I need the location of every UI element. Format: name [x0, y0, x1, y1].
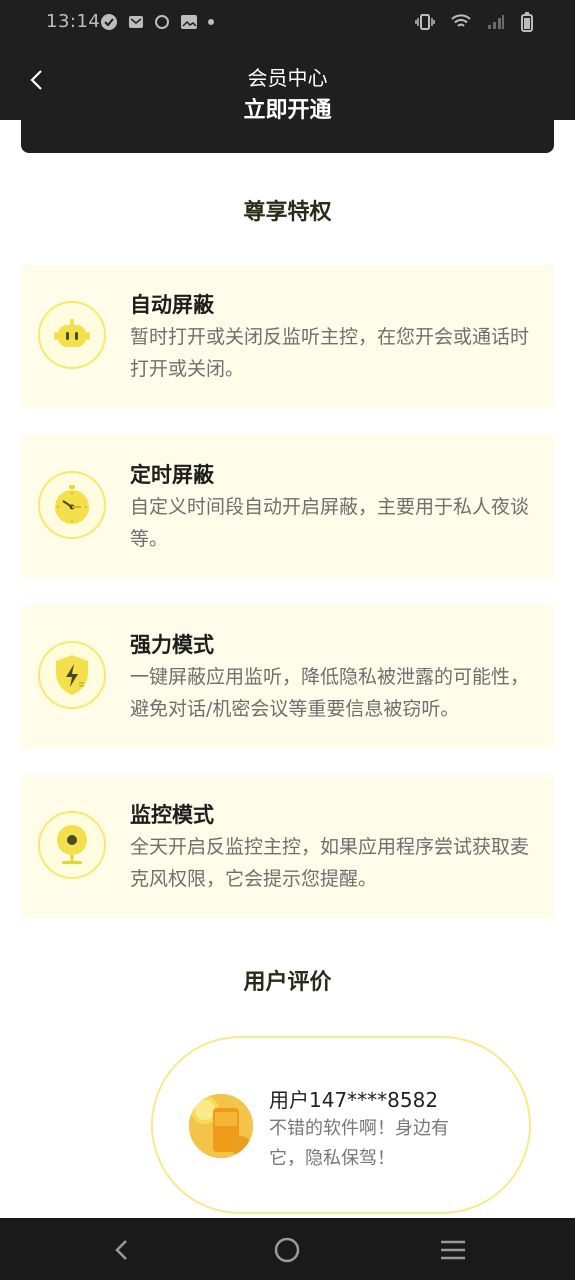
feature-desc: 一键屏蔽应用监听，降低隐私被泄露的可能性，避免对话/机密会议等重要信息被窃听。 [130, 666, 530, 720]
nav-back-icon [115, 1240, 127, 1260]
feature-card-monitor-mode: 监控模式 全天开启反监控主控，如果应用程序尝试获取麦克风权限，它会提示您提醒。 [21, 775, 554, 918]
review-username: 用户147****8582 [269, 1088, 439, 1112]
chat-icon [155, 15, 169, 29]
vibrate-icon [415, 14, 435, 30]
status-bar: 13:14 [0, 0, 575, 46]
timer-icon [38, 471, 106, 539]
feature-card-power-mode: 强力模式 一键屏蔽应用监听，降低隐私被泄露的可能性，避免对话/机密会议等重要信息… [21, 605, 554, 748]
feature-card-timed-block: 定时屏蔽 自定义时间段自动开启屏蔽，主要用于私人夜谈等。 [21, 435, 554, 578]
feature-title: 强力模式 [130, 633, 214, 657]
reviews-title: 用户评价 [243, 970, 332, 995]
robot-icon [38, 301, 106, 369]
webcam-icon [38, 811, 106, 879]
feature-title: 定时屏蔽 [130, 463, 214, 487]
system-icons [415, 12, 533, 32]
menu-lines-icon [441, 1240, 465, 1260]
privileges-title: 尊享特权 [243, 200, 332, 225]
wifi-icon [451, 14, 471, 27]
subscribe-button[interactable]: 立即开通 [21, 98, 554, 153]
check-circle-icon [101, 14, 117, 30]
feature-title: 自动屏蔽 [130, 293, 214, 317]
feature-title: 监控模式 [130, 803, 214, 827]
status-time: 13:14 [46, 11, 101, 32]
review-card: 用户147****8582 不错的软件啊！身边有它，隐私保驾！ [151, 1036, 531, 1214]
battery-icon [521, 12, 533, 32]
system-nav-bar [0, 1218, 575, 1280]
feature-desc: 自定义时间段自动开启屏蔽，主要用于私人夜谈等。 [130, 496, 530, 550]
nav-recents-button[interactable] [437, 1234, 469, 1266]
notification-icons [100, 13, 214, 31]
gallery-icon [181, 15, 197, 29]
feature-desc: 暂时打开或关闭反监听主控，在您开会或通话时打开或关闭。 [130, 326, 530, 380]
nav-home-button[interactable] [271, 1234, 303, 1266]
avatar [189, 1094, 253, 1158]
subscribe-button-label: 立即开通 [243, 98, 332, 123]
feature-card-auto-block: 自动屏蔽 暂时打开或关闭反监听主控，在您开会或通话时打开或关闭。 [21, 265, 554, 408]
feature-desc: 全天开启反监控主控，如果应用程序尝试获取麦克风权限，它会提示您提醒。 [130, 836, 530, 890]
dot-icon [208, 19, 214, 25]
mail-icon [129, 16, 143, 28]
signal-icon [488, 15, 504, 29]
page-title: 会员中心 [247, 66, 328, 90]
shield-bolt-icon [38, 641, 106, 709]
review-text: 不错的软件啊！身边有它，隐私保驾！ [269, 1118, 449, 1169]
home-circle-icon [274, 1237, 300, 1263]
nav-back-button[interactable] [105, 1234, 137, 1266]
